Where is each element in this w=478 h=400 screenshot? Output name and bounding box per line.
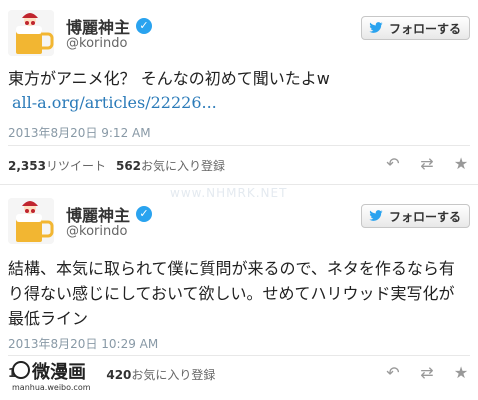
tweet-actions: ↶ ⇄ ★ [384, 155, 470, 173]
beer-mug-avatar-icon [8, 198, 54, 244]
follow-label: フォローする [388, 209, 461, 224]
user-handle[interactable]: @korindo [66, 36, 127, 51]
weibo-eye-icon [12, 361, 30, 379]
timestamp[interactable]: 2013年8月20日 10:29 AM [8, 335, 158, 352]
tweet-separator [0, 184, 478, 185]
watermark-logo: 微漫画 manhua.weibo.com [2, 358, 112, 398]
reply-icon[interactable]: ↶ [384, 155, 402, 173]
watermark-logo-url: manhua.weibo.com [12, 383, 91, 392]
tweet-card: 博麗神主 ✓ @korindo フォローする 東方がアニメ化？ そんなの初めて聞… [0, 0, 478, 184]
retweet-icon[interactable]: ⇄ [418, 364, 436, 382]
display-name[interactable]: 博麗神主 [66, 14, 130, 38]
divider [8, 355, 470, 356]
tweet-text: 東方がアニメ化？ そんなの初めて聞いたよw [8, 69, 330, 88]
beer-mug-avatar-icon [8, 10, 54, 56]
display-name[interactable]: 博麗神主 [66, 202, 130, 226]
tweet-actions: ↶ ⇄ ★ [384, 364, 470, 382]
follow-button[interactable]: フォローする [360, 204, 470, 228]
favorite-count[interactable]: 420お気に入り登録 [106, 366, 215, 383]
follow-button[interactable]: フォローする [360, 16, 470, 40]
user-handle[interactable]: @korindo [66, 224, 127, 239]
favorite-count[interactable]: 562お気に入り登録 [116, 157, 225, 174]
user-name[interactable]: 博麗神主 ✓ [66, 202, 153, 226]
timestamp[interactable]: 2013年8月20日 9:12 AM [8, 124, 151, 141]
retweet-icon[interactable]: ⇄ [418, 155, 436, 173]
retweet-count[interactable]: 2,353リツイート [8, 157, 106, 174]
watermark-logo-text: 微漫画 [32, 362, 86, 383]
tweet-link[interactable]: all-a.org/articles/22226... [12, 93, 217, 112]
twitter-bird-icon [369, 210, 383, 221]
user-name[interactable]: 博麗神主 ✓ [66, 14, 153, 38]
twitter-bird-icon [369, 22, 383, 33]
avatar[interactable] [8, 10, 54, 56]
reply-icon[interactable]: ↶ [384, 364, 402, 382]
favorite-icon[interactable]: ★ [452, 155, 470, 173]
favorite-icon[interactable]: ★ [452, 364, 470, 382]
divider [8, 145, 470, 146]
verified-badge-icon: ✓ [136, 18, 153, 34]
tweet-stats: 2,353リツイート 562お気に入り登録 [8, 157, 225, 174]
follow-label: フォローする [388, 21, 461, 36]
tweet-text: 結構、本気に取られて僕に質問が来るので、ネタを作るなら有り得ない感じにしておいて… [8, 259, 455, 328]
avatar[interactable] [8, 198, 54, 244]
verified-badge-icon: ✓ [136, 206, 153, 222]
